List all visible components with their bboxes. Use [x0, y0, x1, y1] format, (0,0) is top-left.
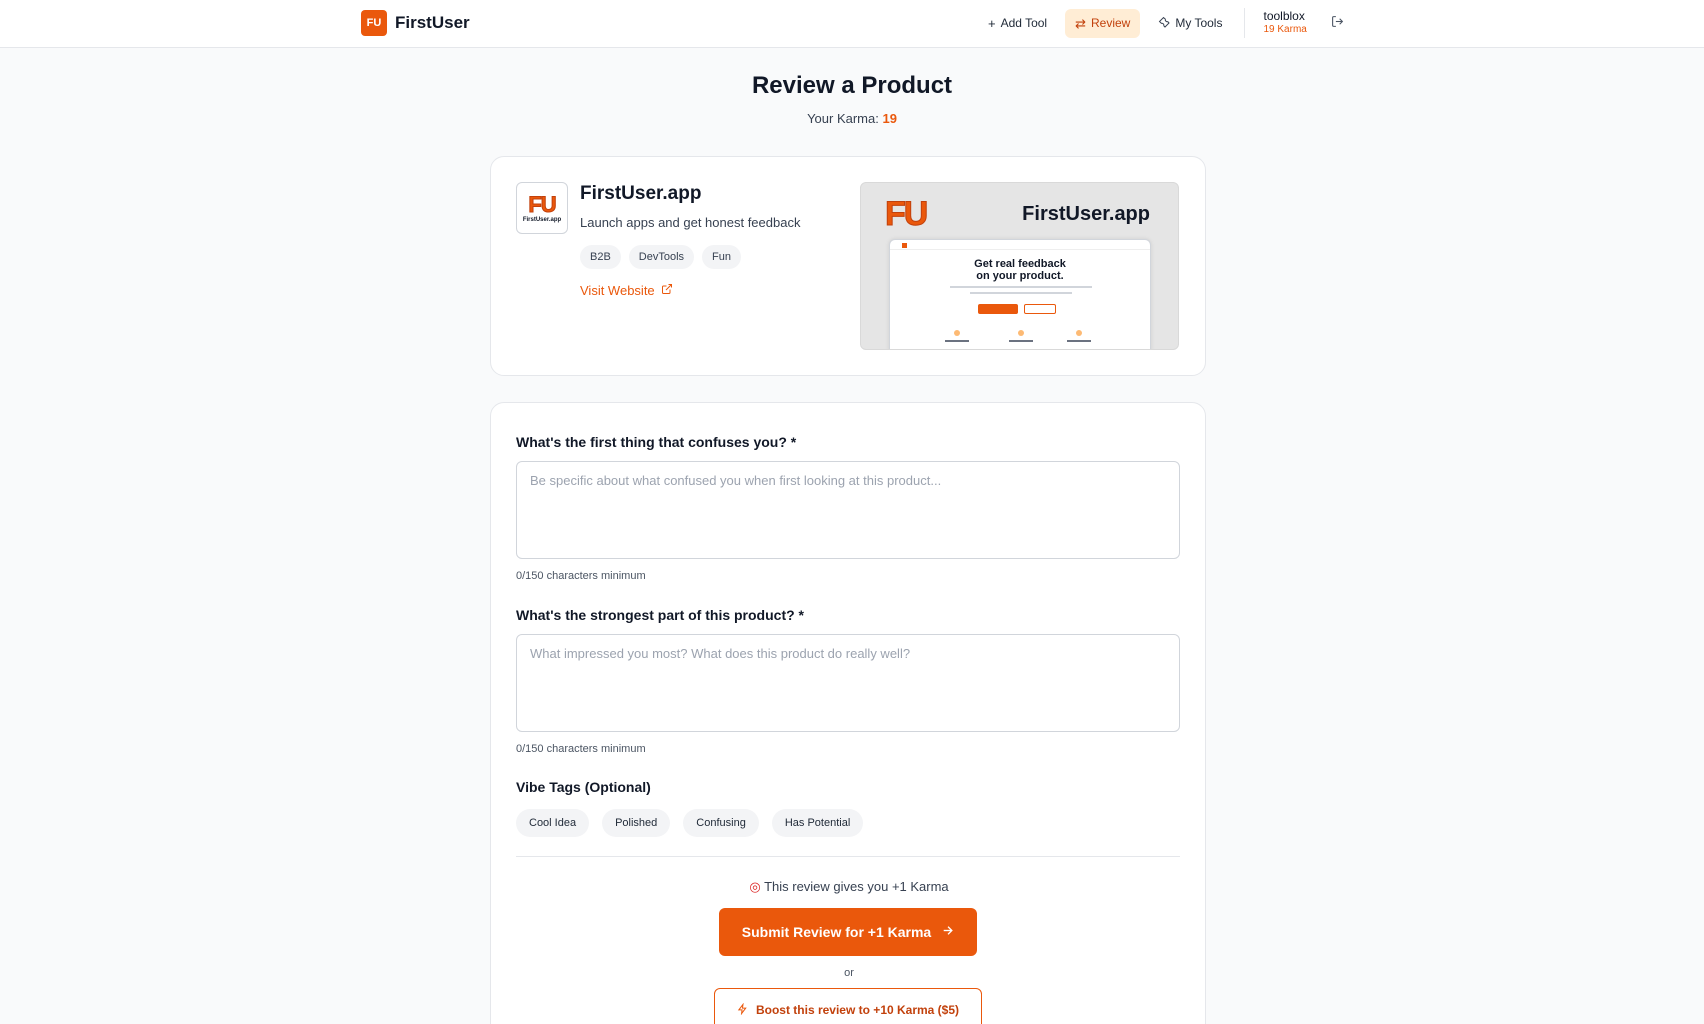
nav-add-tool[interactable]: + Add Tool: [978, 9, 1057, 38]
nav-review-label: Review: [1090, 16, 1131, 30]
vibe-tag-cool-idea[interactable]: Cool Idea: [516, 809, 590, 837]
confusion-textarea-wrap: [516, 461, 1180, 559]
preview-feature-icon: [1018, 330, 1024, 336]
preview-feature-label: [1067, 340, 1091, 342]
nav-menu: + Add Tool ⇄ Review My Tools toolblox 19…: [978, 8, 1344, 38]
logout-icon[interactable]: [1331, 15, 1344, 31]
wrench-icon: [1158, 16, 1171, 30]
strength-question-label: What's the strongest part of this produc…: [516, 607, 804, 623]
strength-textarea-wrap: [516, 634, 1180, 732]
preview-feature-icon: [954, 330, 960, 336]
product-tags: B2B DevTools Fun: [580, 245, 742, 269]
brand-logo[interactable]: FU FirstUser: [361, 10, 470, 36]
preview-secondary-button: [1024, 304, 1056, 314]
plus-icon: +: [988, 15, 996, 31]
top-nav-bar: FU FirstUser + Add Tool ⇄ Review My Tool…: [0, 0, 1704, 48]
boost-review-label: Boost this review to +10 Karma ($5): [755, 1003, 960, 1017]
boost-review-button[interactable]: Boost this review to +10 Karma ($5): [714, 988, 982, 1024]
preview-page-mock: Get real feedback on your product.: [889, 239, 1151, 349]
nav-my-tools[interactable]: My Tools: [1148, 9, 1232, 38]
submit-review-button[interactable]: Submit Review for +1 Karma: [719, 908, 977, 956]
preview-headline-line1: Get real feedback: [974, 258, 1066, 270]
vibe-tag-has-potential[interactable]: Has Potential: [771, 809, 864, 837]
preview-subtext: [970, 292, 1072, 294]
user-karma: 19 Karma: [1263, 24, 1307, 35]
product-tag: Fun: [702, 245, 742, 269]
preview-navbar: [890, 240, 1150, 250]
karma-value: 19: [882, 111, 897, 126]
product-card: FU FirstUser.app FirstUser.app Launch ap…: [490, 156, 1206, 376]
preview-headline-line2: on your product.: [976, 270, 1064, 282]
preview-headline: Get real feedback on your product.: [890, 258, 1150, 282]
karma-reward-text: This review gives you +1 Karma: [764, 879, 949, 894]
preview-feature-icon: [1076, 330, 1082, 336]
visit-website-label: Visit Website: [580, 283, 655, 298]
visit-website-link[interactable]: Visit Website: [580, 283, 673, 298]
lightning-icon: [737, 1002, 748, 1018]
product-logo-mark: FU: [528, 192, 557, 217]
product-tag: B2B: [580, 245, 621, 269]
product-logo-caption: FirstUser.app: [522, 217, 562, 223]
external-link-icon: [661, 283, 673, 298]
confusion-textarea[interactable]: [517, 462, 1179, 558]
logo-text: FirstUser: [395, 13, 470, 32]
preview-logo: FU: [884, 195, 928, 234]
nav-my-tools-label: My Tools: [1175, 16, 1223, 30]
or-separator: or: [844, 967, 854, 979]
nav-add-tool-label: Add Tool: [1000, 16, 1048, 30]
preview-primary-button: [978, 304, 1018, 314]
strength-textarea[interactable]: [517, 635, 1179, 731]
logo-badge: FU: [361, 10, 387, 36]
confusion-question-label: What's the first thing that confuses you…: [516, 434, 797, 450]
product-name: FirstUser.app: [580, 183, 702, 204]
product-tag: DevTools: [628, 245, 695, 269]
user-info[interactable]: toolblox 19 Karma: [1263, 9, 1306, 37]
karma-label: Your Karma:: [807, 111, 879, 126]
product-description: Launch apps and get honest feedback: [580, 215, 801, 230]
target-icon: ◎: [749, 879, 761, 894]
nav-review[interactable]: ⇄ Review: [1065, 8, 1141, 38]
nav-divider: [1244, 8, 1246, 38]
product-logo: FU FirstUser.app: [516, 182, 568, 234]
strength-char-count: 0/150 characters minimum: [516, 743, 646, 755]
vibe-tag-confusing[interactable]: Confusing: [683, 809, 759, 837]
karma-summary: Your Karma: 19: [0, 111, 1704, 126]
preview-feature-label: [1009, 340, 1033, 342]
repeat-icon: ⇄: [1075, 15, 1086, 31]
preview-name: FirstUser.app: [1022, 203, 1150, 225]
preview-feature-label: [945, 340, 969, 342]
review-form: What's the first thing that confuses you…: [490, 402, 1206, 1024]
form-divider: [516, 856, 1180, 857]
arrow-right-icon: [941, 924, 954, 940]
confusion-char-count: 0/150 characters minimum: [516, 570, 646, 582]
vibe-tags-label: Vibe Tags (Optional): [516, 779, 651, 795]
vibe-tag-polished[interactable]: Polished: [602, 809, 671, 837]
preview-subtext: [950, 286, 1092, 288]
user-name: toolblox: [1263, 9, 1305, 23]
product-screenshot[interactable]: FU FirstUser.app Get real feedback on yo…: [860, 182, 1179, 350]
vibe-tags-group: Cool Idea Polished Confusing Has Potenti…: [516, 809, 864, 837]
preview-nav-logo: [902, 243, 907, 248]
karma-reward-note: ◎ This review gives you +1 Karma: [491, 879, 1207, 895]
submit-review-label: Submit Review for +1 Karma: [741, 924, 932, 940]
page-title: Review a Product: [751, 72, 953, 99]
